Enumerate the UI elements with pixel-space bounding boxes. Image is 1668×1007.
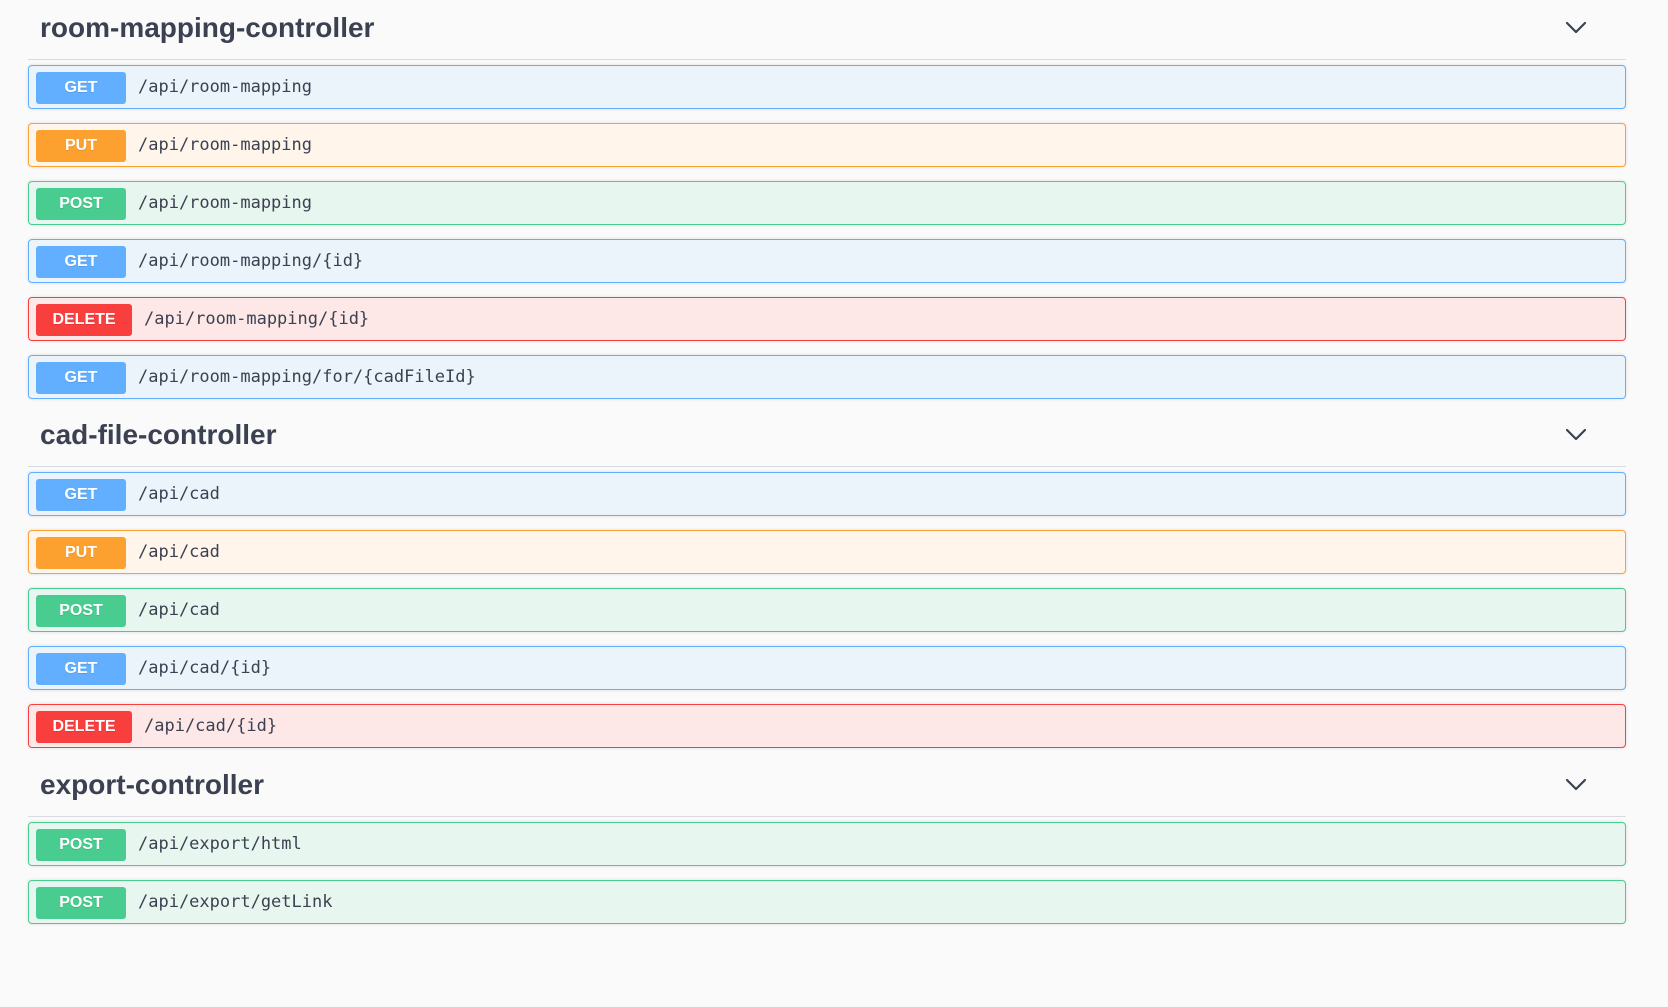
operation-row[interactable]: DELETE /api/cad/{id} xyxy=(28,704,1626,748)
operation-row[interactable]: GET /api/room-mapping/for/{cadFileId} xyxy=(28,355,1626,399)
method-badge: GET xyxy=(36,479,126,511)
endpoint-path: /api/cad xyxy=(138,600,220,620)
endpoint-path: /api/cad xyxy=(138,542,220,562)
method-badge: GET xyxy=(36,72,126,104)
operation-row[interactable]: POST /api/cad xyxy=(28,588,1626,632)
operation-row[interactable]: DELETE /api/room-mapping/{id} xyxy=(28,297,1626,341)
method-badge: GET xyxy=(36,653,126,685)
endpoint-path: /api/room-mapping xyxy=(138,77,312,97)
operation-row[interactable]: POST /api/export/getLink xyxy=(28,880,1626,924)
endpoint-path: /api/export/getLink xyxy=(138,892,333,912)
method-badge: DELETE xyxy=(36,304,132,336)
method-badge: PUT xyxy=(36,130,126,162)
endpoint-path: /api/room-mapping/for/{cadFileId} xyxy=(138,367,476,387)
endpoint-path: /api/room-mapping xyxy=(138,193,312,213)
section-export-controller: export-controller POST /api/export/html … xyxy=(28,757,1626,924)
endpoint-path: /api/room-mapping/{id} xyxy=(138,251,364,271)
endpoint-path: /api/cad xyxy=(138,484,220,504)
method-badge: GET xyxy=(36,362,126,394)
operation-row[interactable]: GET /api/cad xyxy=(28,472,1626,516)
method-badge: POST xyxy=(36,829,126,861)
section-header[interactable]: export-controller xyxy=(28,757,1626,817)
method-badge: GET xyxy=(36,246,126,278)
chevron-down-icon[interactable] xyxy=(1564,20,1588,36)
method-badge: PUT xyxy=(36,537,126,569)
operation-row[interactable]: GET /api/room-mapping xyxy=(28,65,1626,109)
operation-row[interactable]: PUT /api/room-mapping xyxy=(28,123,1626,167)
chevron-down-icon[interactable] xyxy=(1564,777,1588,793)
endpoint-path: /api/cad/{id} xyxy=(144,716,278,736)
endpoint-path: /api/export/html xyxy=(138,834,302,854)
section-header[interactable]: room-mapping-controller xyxy=(28,0,1626,60)
method-badge: POST xyxy=(36,188,126,220)
operation-row[interactable]: GET /api/room-mapping/{id} xyxy=(28,239,1626,283)
section-title: room-mapping-controller xyxy=(40,12,375,43)
section-title: cad-file-controller xyxy=(40,419,277,450)
endpoint-path: /api/room-mapping/{id} xyxy=(144,309,370,329)
operation-row[interactable]: POST /api/room-mapping xyxy=(28,181,1626,225)
operation-row[interactable]: GET /api/cad/{id} xyxy=(28,646,1626,690)
chevron-down-icon[interactable] xyxy=(1564,427,1588,443)
method-badge: POST xyxy=(36,887,126,919)
endpoint-path: /api/cad/{id} xyxy=(138,658,272,678)
api-docs-page: room-mapping-controller GET /api/room-ma… xyxy=(0,0,1668,1007)
method-badge: POST xyxy=(36,595,126,627)
endpoint-path: /api/room-mapping xyxy=(138,135,312,155)
section-room-mapping-controller: room-mapping-controller GET /api/room-ma… xyxy=(28,0,1626,399)
section-cad-file-controller: cad-file-controller GET /api/cad PUT /ap… xyxy=(28,407,1626,748)
section-header[interactable]: cad-file-controller xyxy=(28,407,1626,467)
operation-row[interactable]: PUT /api/cad xyxy=(28,530,1626,574)
operation-row[interactable]: POST /api/export/html xyxy=(28,822,1626,866)
method-badge: DELETE xyxy=(36,711,132,743)
section-title: export-controller xyxy=(40,769,265,800)
